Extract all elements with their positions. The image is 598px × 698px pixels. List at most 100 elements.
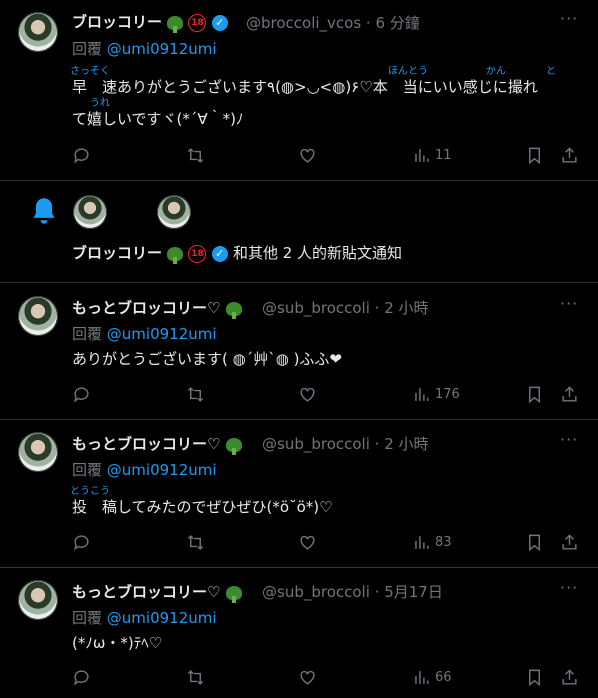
- reply-context: 回覆 @umi0912umi: [72, 323, 217, 344]
- share-icon: [562, 669, 577, 685]
- avatar[interactable]: [18, 580, 58, 620]
- author-handle[interactable]: @sub_broccoli · 5月17日: [262, 581, 443, 602]
- like-button[interactable]: [298, 668, 317, 687]
- reply-context: 回覆 @umi0912umi: [72, 607, 217, 628]
- reply-prefix: 回覆: [72, 609, 103, 627]
- share-icon: [562, 147, 577, 163]
- tweet-text: 早 速ありがとうございます٩(◍>◡<◍)۶♡本 当にいい感じに撮れ: [72, 78, 538, 96]
- author-name[interactable]: もっとブロッコリー♡: [72, 297, 242, 319]
- notice-message: 和其他 2 人的新貼文通知: [232, 244, 403, 262]
- share-button[interactable]: [560, 385, 579, 404]
- share-button[interactable]: [560, 146, 579, 165]
- author-name-text: もっとブロッコリー♡: [72, 583, 221, 601]
- divider: [0, 282, 598, 283]
- retweet-button[interactable]: [186, 385, 205, 404]
- retweet-icon: [187, 535, 204, 550]
- views-button[interactable]: 11: [412, 146, 452, 165]
- share-button[interactable]: [560, 668, 579, 687]
- reply-context: 回覆 @umi0912umi: [72, 459, 217, 480]
- views-count: 66: [435, 670, 452, 685]
- author-name[interactable]: もっとブロッコリー♡: [72, 581, 242, 603]
- author-handle[interactable]: @sub_broccoli · 2 小時: [262, 433, 429, 454]
- retweet-button[interactable]: [186, 146, 205, 165]
- reply-to-link[interactable]: @umi0912umi: [107, 325, 217, 343]
- author-handle[interactable]: @sub_broccoli · 2 小時: [262, 297, 429, 318]
- avatar[interactable]: [18, 12, 58, 52]
- author-handle[interactable]: @broccoli_vcos · 6 分鐘: [246, 12, 420, 33]
- retweet-icon: [187, 148, 204, 163]
- bookmark-button[interactable]: [525, 385, 544, 404]
- share-button[interactable]: [560, 533, 579, 552]
- ruby-text: さっそく: [70, 66, 110, 77]
- bookmark-icon: [529, 669, 540, 687]
- like-button[interactable]: [298, 533, 317, 552]
- broccoli-emoji: [167, 246, 184, 264]
- retweet-button[interactable]: [186, 533, 205, 552]
- reply-button[interactable]: [72, 385, 91, 404]
- author-name[interactable]: もっとブロッコリー♡: [72, 433, 242, 455]
- retweet-icon: [187, 387, 204, 402]
- tweet-text: ありがとうございます( ◍´艸`◍ )ふふ❤: [72, 350, 342, 368]
- reply-button[interactable]: [72, 668, 91, 687]
- divider: [0, 180, 598, 181]
- bell-icon: [33, 198, 55, 224]
- share-icon: [562, 534, 577, 550]
- verified-icon: ✓: [211, 245, 228, 262]
- share-icon: [562, 386, 577, 402]
- divider: [0, 419, 598, 420]
- reply-prefix: 回覆: [72, 461, 103, 479]
- reply-icon: [74, 670, 89, 686]
- author-name[interactable]: ブロッコリー 18 ✓: [72, 11, 228, 33]
- reply-to-link[interactable]: @umi0912umi: [107, 609, 217, 627]
- notice-text: ブロッコリー 18 ✓ 和其他 2 人的新貼文通知: [72, 242, 403, 264]
- views-icon: [415, 536, 429, 549]
- views-icon: [415, 149, 429, 162]
- broccoli-emoji: [167, 15, 184, 33]
- author-name-text: もっとブロッコリー♡: [72, 299, 221, 317]
- bookmark-button[interactable]: [525, 533, 544, 552]
- adult-18-icon: 18: [188, 13, 207, 32]
- views-count: 11: [435, 148, 452, 163]
- bookmark-button[interactable]: [525, 668, 544, 687]
- more-icon[interactable]: ···: [560, 430, 578, 449]
- divider: [0, 567, 598, 568]
- ruby-text: かん: [486, 66, 506, 77]
- reply-prefix: 回覆: [72, 40, 103, 58]
- like-icon: [300, 148, 315, 163]
- reply-button[interactable]: [72, 533, 91, 552]
- views-count: 83: [435, 535, 452, 550]
- more-icon[interactable]: ···: [560, 578, 578, 597]
- views-count: 176: [435, 387, 460, 402]
- like-icon: [300, 535, 315, 550]
- adult-18-icon: 18: [188, 244, 207, 263]
- views-button[interactable]: 66: [412, 668, 452, 687]
- avatar[interactable]: [157, 195, 191, 229]
- reply-to-link[interactable]: @umi0912umi: [107, 461, 217, 479]
- more-icon[interactable]: ···: [560, 294, 578, 313]
- broccoli-emoji: [225, 437, 242, 455]
- like-button[interactable]: [298, 146, 317, 165]
- avatar[interactable]: [73, 195, 107, 229]
- views-icon: [415, 388, 429, 401]
- views-button[interactable]: 83: [412, 533, 452, 552]
- avatar[interactable]: [18, 432, 58, 472]
- reply-button[interactable]: [72, 146, 91, 165]
- ruby-text: と: [546, 66, 556, 77]
- reply-icon: [74, 387, 89, 403]
- author-name-text: ブロッコリー: [72, 244, 163, 262]
- tweet-text: 投 稿してみたのでぜひぜひ(*ӧ˘ӧ*)♡: [72, 498, 333, 516]
- bookmark-icon: [529, 147, 540, 165]
- broccoli-emoji: [225, 585, 242, 603]
- broccoli-emoji: [225, 301, 242, 319]
- ruby-text: うれ: [90, 98, 110, 109]
- avatar[interactable]: [18, 296, 58, 336]
- ruby-text: とうこう: [70, 486, 110, 497]
- author-name-text: ブロッコリー: [72, 13, 163, 31]
- retweet-button[interactable]: [186, 668, 205, 687]
- reply-icon: [74, 535, 89, 551]
- bookmark-button[interactable]: [525, 146, 544, 165]
- views-button[interactable]: 176: [412, 385, 460, 404]
- reply-to-link[interactable]: @umi0912umi: [107, 40, 217, 58]
- like-button[interactable]: [298, 385, 317, 404]
- more-icon[interactable]: ···: [560, 9, 578, 28]
